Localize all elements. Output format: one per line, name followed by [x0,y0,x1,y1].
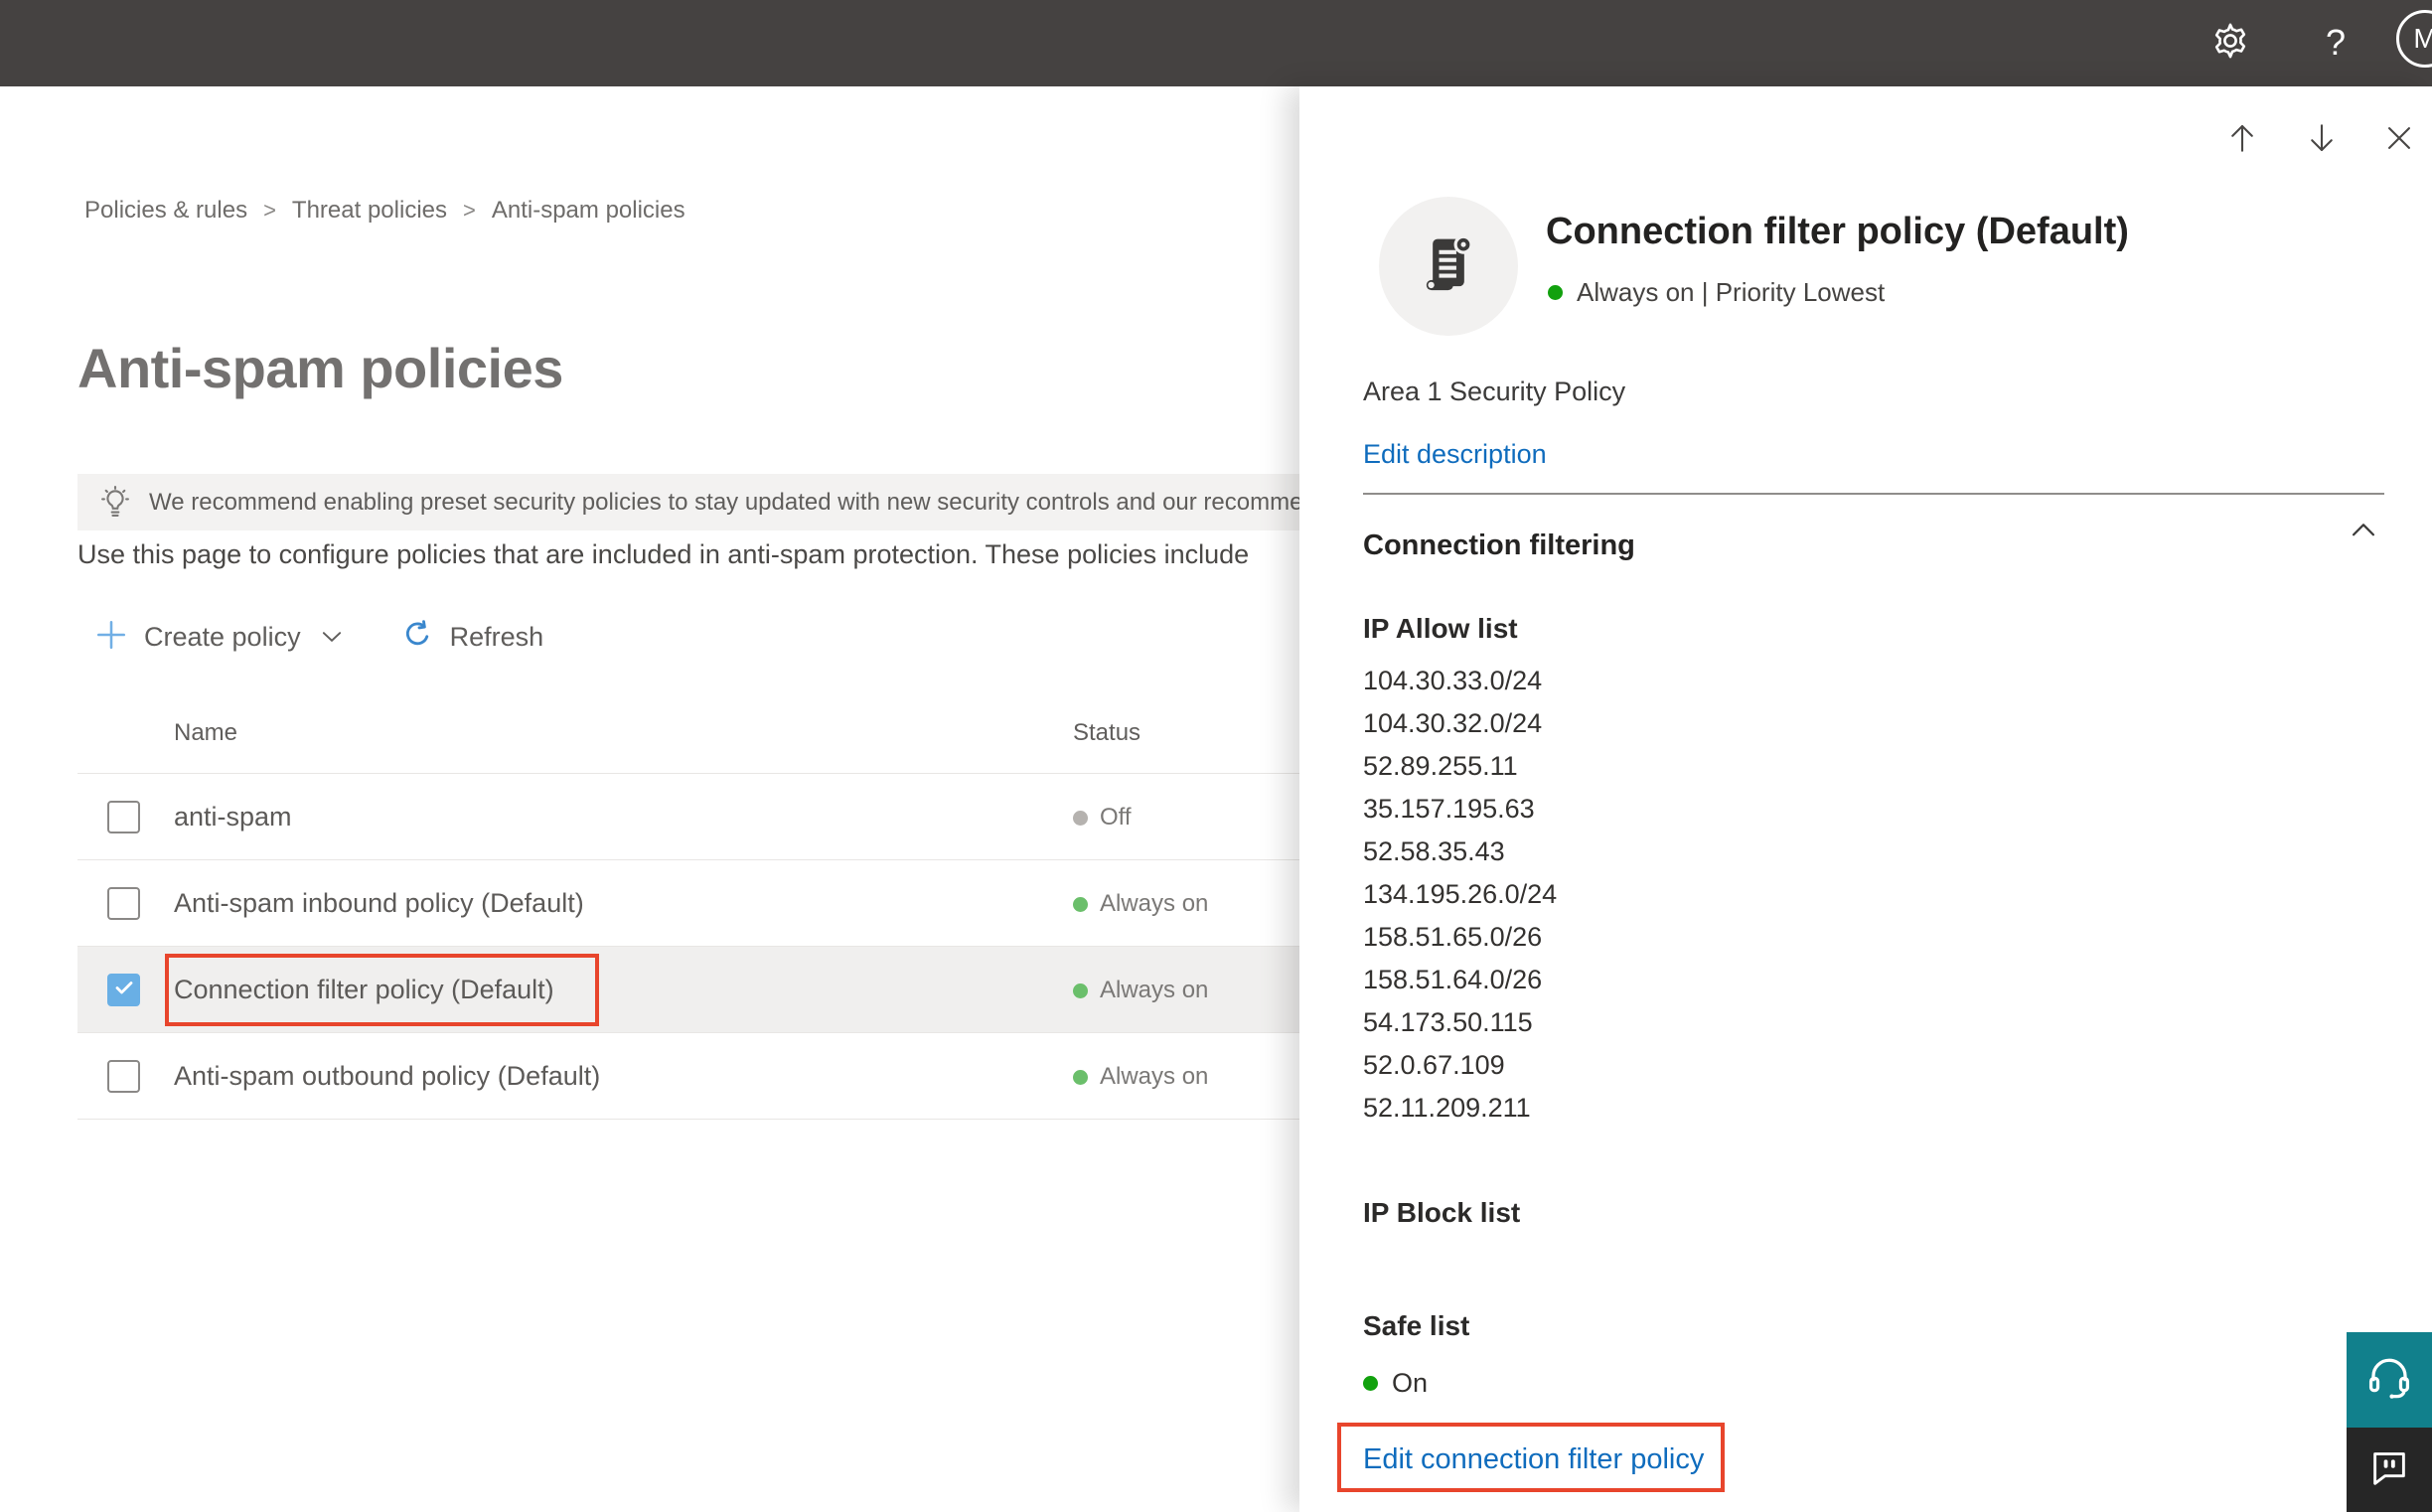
check-icon [112,976,136,1004]
banner-text: We recommend enabling preset security po… [149,488,1299,516]
policy-name[interactable]: anti-spam [174,802,292,832]
help-icon: ? [2325,22,2347,63]
headset-icon [2363,1352,2415,1409]
row-checkbox[interactable] [107,887,140,920]
panel-status: Always on | Priority Lowest [1548,277,1885,308]
status-label: Always on [1100,1063,1209,1090]
create-policy-label: Create policy [144,621,301,652]
page-title: Anti-spam policies [77,337,563,399]
status-dot-icon [1363,1376,1378,1391]
panel-status-text: Always on | Priority Lowest [1577,277,1886,307]
safe-list-status: On [1363,1368,1428,1399]
policy-name[interactable]: Connection filter policy (Default) [174,975,554,1005]
page-description: Use this page to configure policies that… [77,539,1250,569]
status-label: Always on [1100,977,1209,1003]
policy-status: Always on [1073,977,1208,1004]
status-dot-icon [1073,810,1088,826]
table-row[interactable]: anti-spam Off [77,774,1299,860]
plus-icon [94,618,128,657]
lightbulb-icon [97,485,133,521]
arrow-up-icon [2224,120,2260,161]
avatar[interactable]: M [2396,10,2432,68]
panel-title: Connection filter policy (Default) [1546,211,2129,252]
table-row[interactable]: Anti-spam outbound policy (Default) Alwa… [77,1033,1299,1120]
status-dot-icon [1073,896,1088,912]
previous-item-button[interactable] [2223,121,2261,159]
avatar-initial: M [2413,23,2432,54]
refresh-label: Refresh [449,621,544,652]
policy-details-panel: Connection filter policy (Default) Alway… [1299,86,2432,1512]
ip-entry: 104.30.33.0/24 [1363,666,1543,695]
app-screen: ? M Policies & rules > Threat policies >… [0,0,2432,1512]
policy-name[interactable]: Anti-spam inbound policy (Default) [174,888,584,919]
policy-status: Always on [1073,890,1208,918]
feedback-button[interactable] [2347,1428,2432,1512]
ip-entry: 134.195.26.0/24 [1363,879,1558,909]
ip-entry: 52.0.67.109 [1363,1050,1505,1080]
divider [1363,493,2384,495]
recommendation-banner: We recommend enabling preset security po… [77,474,1299,530]
policy-status: Off [1073,804,1132,832]
policy-description: Area 1 Security Policy [1363,377,1626,406]
column-header-status[interactable]: Status [1073,719,1140,747]
gear-icon [2209,20,2251,67]
ip-entry: 104.30.32.0/24 [1363,708,1543,738]
policy-status: Always on [1073,1063,1208,1091]
ip-entry: 54.173.50.115 [1363,1007,1533,1037]
policy-avatar [1379,197,1518,336]
ip-entry: 158.51.65.0/26 [1363,922,1543,952]
ip-entry: 52.89.255.11 [1363,751,1518,781]
row-checkbox-checked[interactable] [107,974,140,1006]
status-dot-icon [1073,983,1088,998]
create-policy-button[interactable]: Create policy [94,618,345,657]
table-header: Name Status [77,695,1299,774]
close-icon [2382,121,2416,160]
safe-list-status-text: On [1392,1368,1429,1398]
ip-allow-list-label: IP Allow list [1363,613,1518,644]
chevron-up-icon [2347,514,2380,552]
table-row-selected[interactable]: Connection filter policy (Default) Alway… [77,947,1299,1033]
close-panel-button[interactable] [2380,121,2418,159]
edit-description-link[interactable]: Edit description [1363,439,1547,470]
ip-allow-list: 104.30.33.0/24 104.30.32.0/24 52.89.255.… [1363,660,1557,1130]
ip-block-list-label: IP Block list [1363,1197,1521,1228]
section-connection-filtering: Connection filtering [1363,529,1635,561]
table-row[interactable]: Anti-spam inbound policy (Default) Alway… [77,860,1299,947]
breadcrumb-threat-policies[interactable]: Threat policies [292,197,447,225]
status-dot-icon [1073,1069,1088,1085]
ip-entry: 35.157.195.63 [1363,794,1535,824]
column-header-name[interactable]: Name [174,719,237,747]
settings-button[interactable] [2207,20,2253,66]
scroll-policy-icon [1411,227,1486,307]
policy-name[interactable]: Anti-spam outbound policy (Default) [174,1061,600,1092]
safe-list-label: Safe list [1363,1310,1470,1341]
status-label: Off [1100,804,1132,831]
top-bar: ? M [0,0,2432,86]
row-checkbox[interactable] [107,801,140,833]
refresh-icon [400,618,434,657]
edit-connection-filter-policy-link[interactable]: Edit connection filter policy [1363,1443,1704,1476]
support-button[interactable] [2347,1332,2432,1428]
breadcrumb-policies-rules[interactable]: Policies & rules [84,197,247,225]
refresh-button[interactable]: Refresh [400,618,544,657]
status-dot-icon [1548,285,1563,300]
row-checkbox[interactable] [107,1060,140,1093]
next-item-button[interactable] [2303,121,2341,159]
arrow-down-icon [2304,120,2340,161]
help-button[interactable]: ? [2313,20,2358,66]
collapse-section-button[interactable] [2345,514,2382,551]
chevron-down-icon [319,624,345,650]
ip-entry: 158.51.64.0/26 [1363,965,1543,994]
ip-entry: 52.58.35.43 [1363,836,1505,866]
breadcrumb-separator-icon: > [263,198,276,223]
list-toolbar: Create policy Refresh [94,611,543,663]
feedback-bubble-icon [2366,1444,2412,1495]
ip-entry: 52.11.209.211 [1363,1093,1531,1123]
breadcrumb: Policies & rules > Threat policies > Ant… [84,197,685,225]
status-label: Always on [1100,890,1209,917]
breadcrumb-anti-spam-policies[interactable]: Anti-spam policies [492,197,685,225]
breadcrumb-separator-icon: > [463,198,476,223]
